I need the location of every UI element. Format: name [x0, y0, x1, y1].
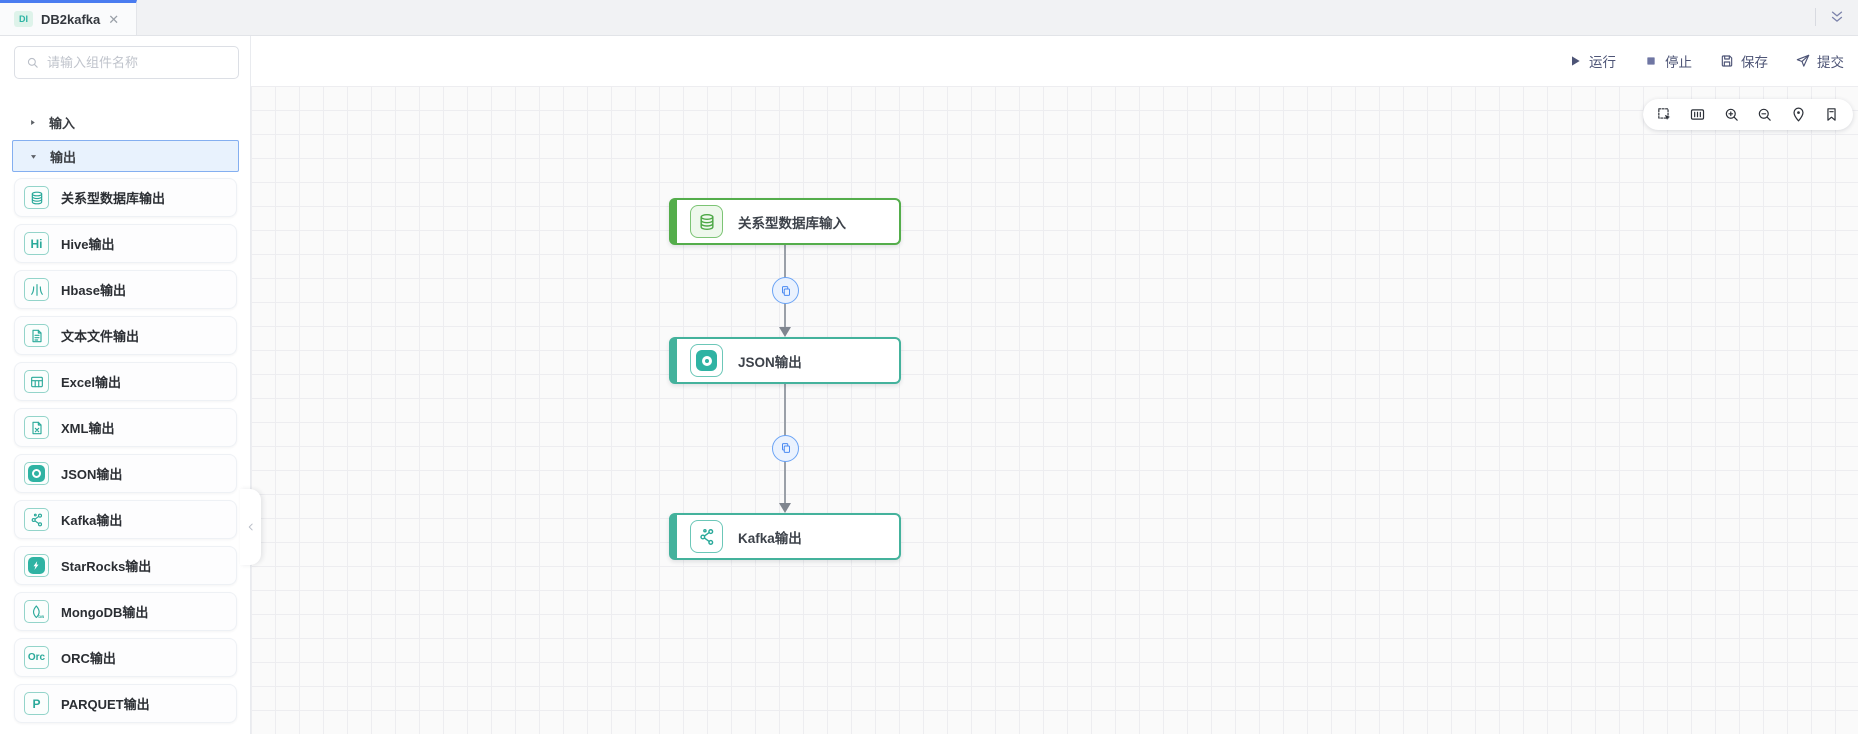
flow-node-json[interactable]: JSON输出	[669, 337, 901, 384]
locate-icon	[1790, 106, 1807, 123]
copy-icon	[779, 284, 793, 298]
search-input[interactable]	[47, 55, 228, 70]
database-icon	[697, 212, 717, 232]
section-output[interactable]: 输出	[12, 140, 239, 172]
caret-down-icon	[28, 151, 39, 162]
tab-db2kafka[interactable]: DI DB2kafka ✕	[0, 0, 137, 35]
parquet-icon: P	[24, 692, 49, 715]
mongodb-icon: DB	[24, 600, 49, 623]
play-button[interactable]: 运行	[1567, 51, 1616, 71]
section-input[interactable]: 输入	[12, 106, 239, 138]
component-item-hbase[interactable]: Hbase输出	[14, 270, 237, 309]
component-item-excel[interactable]: Excel输出	[14, 362, 237, 401]
minimap-icon	[1689, 106, 1706, 123]
json-icon	[24, 462, 49, 485]
component-search[interactable]	[14, 46, 239, 79]
canvas-toolbar: 运行 停止 保存 提交	[251, 36, 1858, 86]
close-icon[interactable]: ✕	[108, 13, 119, 26]
component-item-kafka[interactable]: Kafka输出	[14, 500, 237, 539]
edge-connector	[774, 245, 798, 337]
tab-title: DB2kafka	[41, 12, 100, 27]
hive-icon: Hi	[24, 232, 49, 255]
database-icon	[24, 186, 49, 209]
submit-icon	[1795, 53, 1811, 69]
component-sidebar: 输入输出 关系型数据库输出 HiHive输出 Hbase输出文本文件输出 Excel输…	[0, 36, 251, 734]
component-item-orc[interactable]: OrcORC输出	[14, 638, 237, 677]
sidebar-collapse-handle[interactable]	[240, 489, 261, 565]
zoom-out-icon	[1756, 106, 1773, 123]
component-item-textfile[interactable]: 文本文件输出	[14, 316, 237, 355]
tab-bar: DI DB2kafka ✕	[0, 0, 1858, 36]
bookmark-icon	[1823, 106, 1840, 123]
divider	[1815, 8, 1816, 26]
component-item-database[interactable]: 关系型数据库输出	[14, 178, 237, 217]
chevron-double-down-icon[interactable]	[1828, 8, 1846, 26]
stop-button[interactable]: 停止	[1643, 51, 1692, 71]
kafka-icon	[24, 508, 49, 531]
marquee-select-icon	[1656, 106, 1673, 123]
zoom-in-icon	[1723, 106, 1740, 123]
copy-icon	[779, 441, 793, 455]
play-icon	[1567, 53, 1583, 69]
zoom-out-tool[interactable]	[1756, 106, 1773, 123]
svg-text:DB: DB	[38, 614, 44, 619]
component-item-json[interactable]: JSON输出	[14, 454, 237, 493]
caret-right-icon	[27, 117, 38, 128]
json-icon	[696, 350, 717, 371]
marquee-select-tool[interactable]	[1656, 106, 1673, 123]
canvas-tools	[1643, 99, 1853, 130]
hbase-icon	[24, 278, 49, 301]
locate-tool[interactable]	[1790, 106, 1807, 123]
edge-connector	[774, 384, 798, 513]
stop-icon	[1643, 53, 1659, 69]
starrocks-icon	[24, 554, 49, 577]
component-item-xml[interactable]: XML输出	[14, 408, 237, 447]
component-item-parquet[interactable]: PPARQUET输出	[14, 684, 237, 723]
di-badge: DI	[14, 11, 33, 27]
flow-node-database[interactable]: 关系型数据库输入	[669, 198, 901, 245]
minimap-tool[interactable]	[1689, 106, 1706, 123]
zoom-in-tool[interactable]	[1723, 106, 1740, 123]
textfile-icon	[24, 324, 49, 347]
save-icon	[1719, 53, 1735, 69]
submit-button[interactable]: 提交	[1795, 51, 1844, 71]
canvas-grid[interactable]	[251, 86, 1858, 734]
copy-badge[interactable]	[772, 435, 799, 462]
search-icon	[25, 55, 40, 70]
excel-icon	[24, 370, 49, 393]
component-item-starrocks[interactable]: StarRocks输出	[14, 546, 237, 585]
flow-node-kafka[interactable]: Kafka输出	[669, 513, 901, 560]
xml-icon	[24, 416, 49, 439]
orc-icon: Orc	[24, 646, 49, 669]
bookmark-tool[interactable]	[1823, 106, 1840, 123]
save-button[interactable]: 保存	[1719, 51, 1768, 71]
component-item-mongodb[interactable]: DBMongoDB输出	[14, 592, 237, 631]
copy-badge[interactable]	[772, 277, 799, 304]
kafka-icon	[697, 527, 717, 547]
component-item-hive[interactable]: HiHive输出	[14, 224, 237, 263]
flow-canvas: 运行 停止 保存 提交 关系型数据库输入 JSON输出 Kafka输出	[251, 36, 1858, 734]
